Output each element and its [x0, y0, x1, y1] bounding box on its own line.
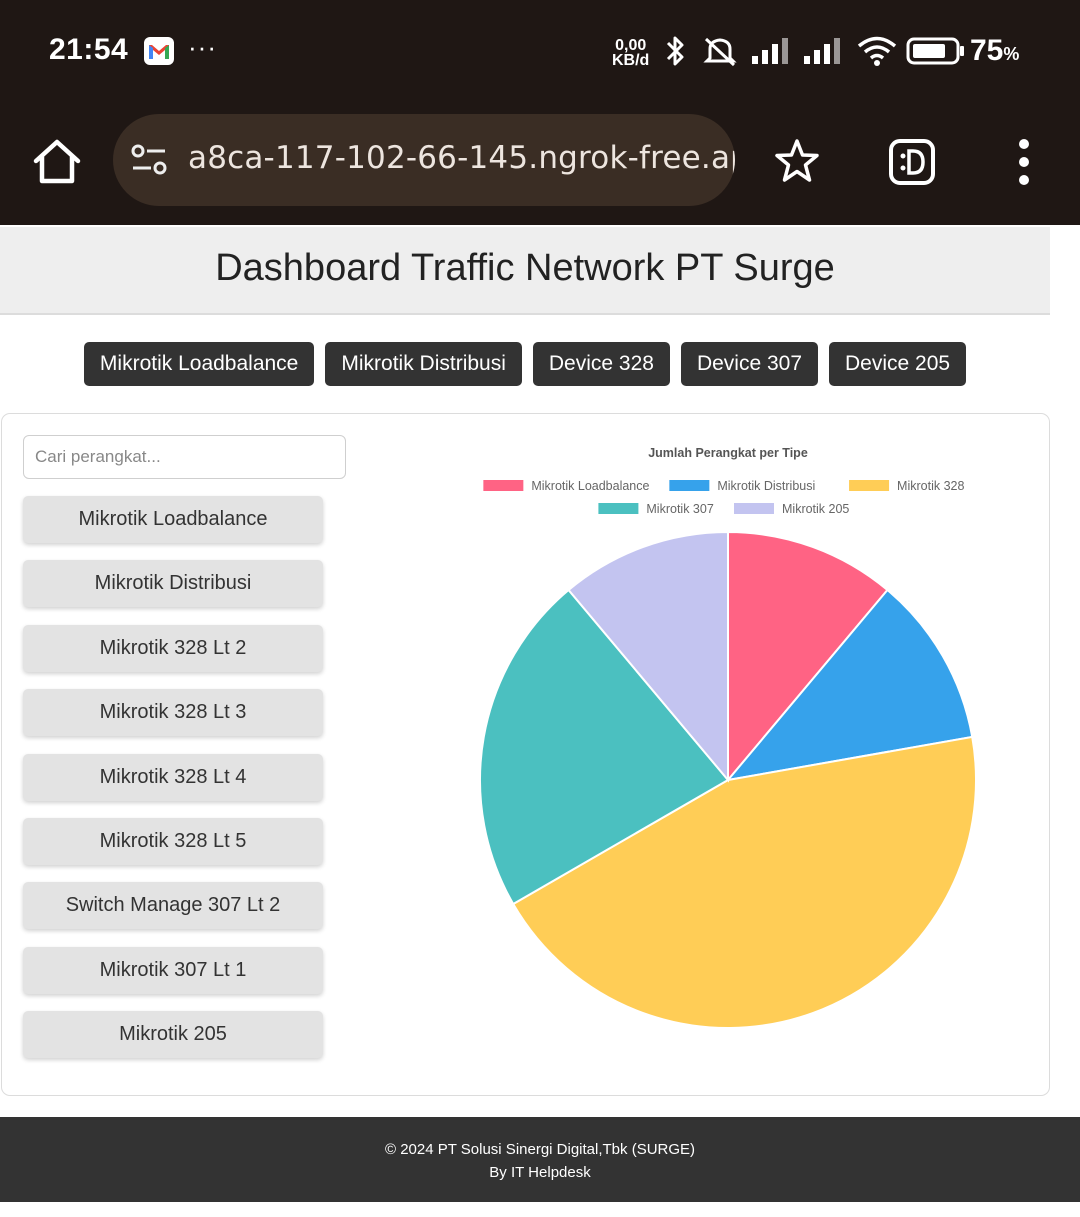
home-icon[interactable] [30, 134, 84, 188]
device-item-mikrotik-307-lt-1[interactable]: Mikrotik 307 Lt 1 [23, 946, 323, 994]
content-card: Mikrotik Loadbalance Mikrotik Distribusi… [1, 413, 1050, 1096]
legend-swatch-mikrotik-loadbalance[interactable] [483, 480, 524, 491]
browser-toolbar: a8ca-117-102-66-145.ngrok-free.app [0, 104, 1080, 225]
footer-copyright: © 2024 PT Solusi Sinergi Digital,Tbk (SU… [384, 1141, 696, 1158]
nav-button-mikrotik-distribusi[interactable]: Mikrotik Distribusi [325, 342, 522, 386]
pie-chart-svg: Mikrotik Loadbalance Mikrotik Distribusi M… [479, 479, 977, 1029]
page-title: Dashboard Traffic Network PT Surge [215, 247, 835, 289]
device-nav: Mikrotik Loadbalance Mikrotik Distribusi… [0, 342, 1050, 386]
device-item-mikrotik-328-lt-5[interactable]: Mikrotik 328 Lt 5 [23, 817, 323, 865]
status-bar: 21:54 ··· 0,00 KB/d 75% [0, 0, 1080, 104]
signal-icon [802, 34, 846, 73]
device-item-mikrotik-328-lt-2[interactable]: Mikrotik 328 Lt 2 [23, 624, 323, 672]
nav-button-mikrotik-loadbalance[interactable]: Mikrotik Loadbalance [83, 342, 315, 386]
device-item-mikrotik-205[interactable]: Mikrotik 205 [23, 1011, 323, 1059]
nav-button-device-328[interactable]: Device 328 [532, 342, 670, 386]
footer: © 2024 PT Solusi Sinergi Digital,Tbk (SU… [0, 1117, 1080, 1202]
url-text[interactable]: a8ca-117-102-66-145.ngrok-free.app [188, 140, 735, 176]
network-speed: 0,00 KB/d [612, 37, 650, 69]
device-item-switch-manage-307-lt-2[interactable]: Switch Manage 307 Lt 2 [23, 882, 323, 930]
page-header: Dashboard Traffic Network PT Surge [0, 227, 1050, 315]
nav-button-device-205[interactable]: Device 205 [829, 342, 967, 386]
device-search-input[interactable] [23, 435, 346, 479]
legend-label-mikrotik-loadbalance[interactable]: Mikrotik Loadbalance [531, 479, 649, 493]
gmail-icon [144, 37, 174, 65]
signal-icon [750, 34, 794, 73]
device-item-mikrotik-loadbalance[interactable]: Mikrotik Loadbalance [23, 496, 323, 543]
legend-swatch-mikrotik-328[interactable] [849, 480, 890, 491]
device-type-pie-chart: Jumlah Perangkat per Tipe Mikrotik Loadb… [382, 434, 1042, 1084]
site-settings-icon[interactable] [131, 144, 169, 176]
address-bar[interactable]: a8ca-117-102-66-145.ngrok-free.app [113, 114, 735, 206]
legend-label-mikrotik-328[interactable]: Mikrotik 328 [897, 479, 964, 493]
legend-swatch-mikrotik-distribusi[interactable] [669, 480, 710, 491]
status-time: 21:54 [49, 33, 129, 66]
tab-switcher-icon[interactable] [886, 136, 938, 188]
device-item-mikrotik-distribusi[interactable]: Mikrotik Distribusi [23, 560, 323, 608]
more-notifications-icon: ··· [188, 32, 217, 62]
device-item-mikrotik-328-lt-3[interactable]: Mikrotik 328 Lt 3 [23, 689, 323, 737]
legend-label-mikrotik-distribusi[interactable]: Mikrotik Distribusi [717, 479, 815, 493]
overflow-menu-icon[interactable] [1010, 136, 1038, 188]
bluetooth-icon [660, 34, 690, 73]
mute-icon [700, 34, 740, 73]
legend-label-mikrotik-307[interactable]: Mikrotik 307 [646, 502, 713, 516]
legend-label-mikrotik-205[interactable]: Mikrotik 205 [782, 502, 849, 516]
device-item-mikrotik-328-lt-4[interactable]: Mikrotik 328 Lt 4 [23, 753, 323, 801]
battery-icon [906, 34, 966, 73]
battery-percent: 75% [970, 34, 1020, 67]
bookmark-star-icon[interactable] [770, 134, 824, 188]
nav-button-device-307[interactable]: Device 307 [680, 342, 819, 386]
wifi-icon [856, 34, 898, 73]
footer-credit: By IT Helpdesk [489, 1164, 591, 1181]
legend-swatch-mikrotik-205[interactable] [734, 503, 774, 514]
legend-swatch-mikrotik-307[interactable] [598, 503, 639, 514]
device-list: Mikrotik Loadbalance Mikrotik Distribusi… [23, 496, 323, 1076]
